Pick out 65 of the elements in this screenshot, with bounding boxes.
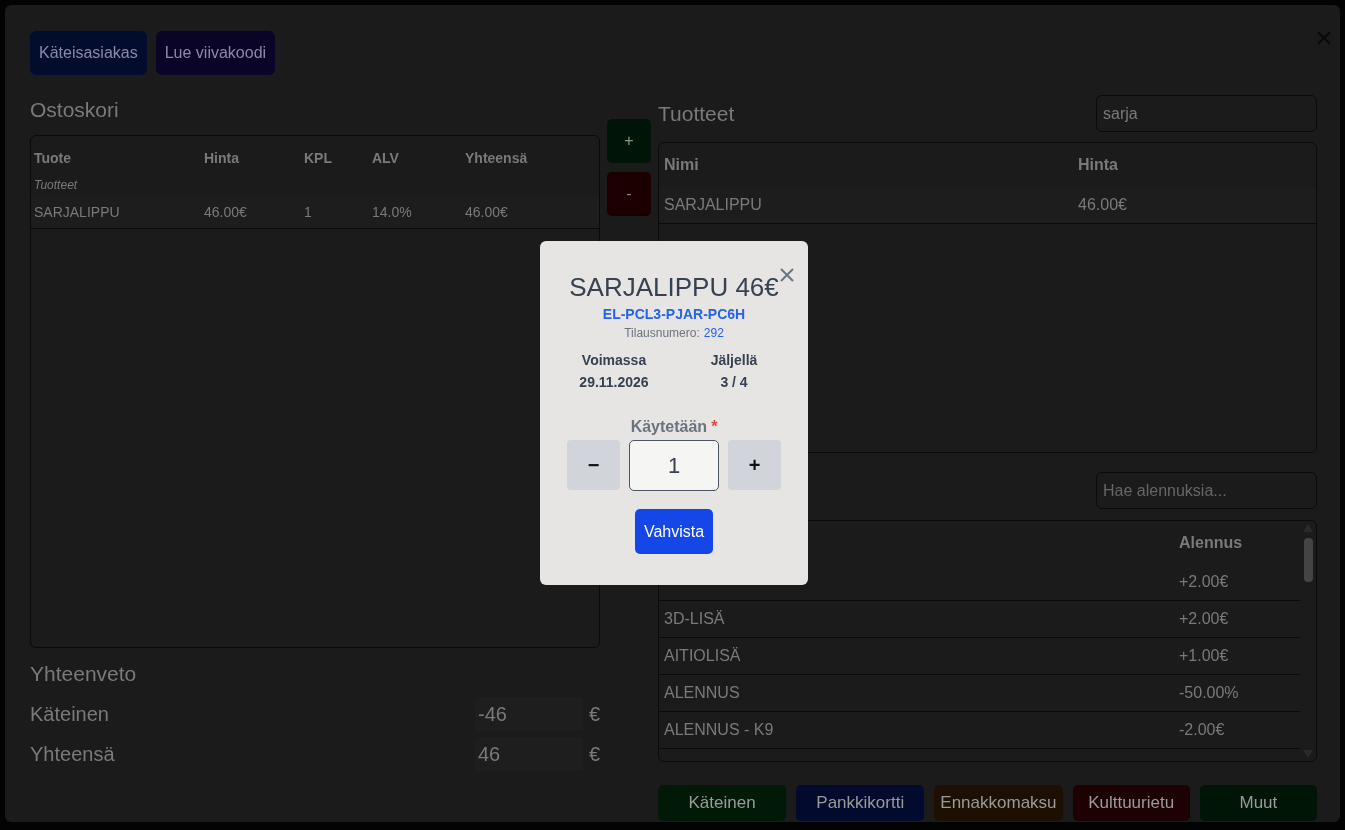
discount-row[interactable]: 3D-LISÄ +2.00€ bbox=[659, 601, 1300, 638]
products-title: Tuotteet bbox=[658, 101, 735, 126]
dialog-title: SARJALIPPU 46€ bbox=[569, 272, 779, 302]
order-number: 292 bbox=[703, 326, 724, 340]
toolbar-button[interactable]: Lue viivakoodi bbox=[155, 31, 276, 75]
summary-label: Yhteensä bbox=[30, 742, 116, 766]
stat-value: 3 / 4 bbox=[720, 374, 748, 390]
toolbar-button[interactable]: Käteisasiakas bbox=[30, 31, 147, 75]
currency-label: € bbox=[587, 742, 600, 766]
column-header: Alennus bbox=[1179, 533, 1244, 552]
discount-row[interactable]: ALENNUS - K9 -2.00€ bbox=[659, 712, 1300, 749]
column-header: Hinta bbox=[204, 150, 240, 166]
stat-label: Jäljellä bbox=[710, 352, 758, 368]
cart-title: Ostoskori bbox=[30, 98, 120, 123]
column-header: Tuote bbox=[34, 150, 73, 166]
table-cell-text: 14.0% bbox=[372, 204, 413, 220]
table-cell-text: SARJALIPPU bbox=[34, 204, 121, 220]
table-cell-text: SARJALIPPU bbox=[664, 196, 763, 214]
summary-label: Käteinen bbox=[30, 702, 110, 726]
confirm-button[interactable]: Vahvista bbox=[634, 509, 714, 554]
increment-button[interactable]: + bbox=[728, 440, 781, 490]
table-cell-text: 3D-LISÄ bbox=[664, 610, 726, 628]
search-field[interactable]: Hae alennuksia... bbox=[1096, 472, 1317, 509]
close-icon[interactable] bbox=[780, 268, 794, 282]
scroll-down-icon[interactable] bbox=[1303, 750, 1313, 758]
stat-label: Voimassa bbox=[581, 352, 647, 368]
table-cell-text: 46.00€ bbox=[1078, 196, 1128, 214]
summary-title: Yhteenveto bbox=[30, 662, 138, 687]
payment-button[interactable]: Muut bbox=[1199, 785, 1317, 821]
discount-row[interactable]: AITIOLISÄ +1.00€ bbox=[659, 638, 1300, 675]
table-cell-text: -50.00% bbox=[1179, 684, 1240, 702]
payment-button[interactable]: Pankkikortti bbox=[796, 785, 925, 821]
order-label: Tilausnumero: bbox=[624, 326, 700, 340]
search-field[interactable]: sarja bbox=[1096, 95, 1317, 132]
table-cell-text: +2.00€ bbox=[1179, 610, 1230, 628]
currency-label: € bbox=[587, 702, 600, 726]
table-cell-text: -2.00€ bbox=[1179, 721, 1226, 739]
column-header: Hinta bbox=[1078, 156, 1119, 174]
column-header: KPL bbox=[304, 150, 333, 166]
table-cell-text: +2.00€ bbox=[1179, 573, 1230, 591]
scroll-up-icon[interactable] bbox=[1303, 524, 1313, 532]
group-label: Tuotteet bbox=[34, 178, 79, 194]
table-cell-text: ALENNUS - K9 bbox=[664, 721, 775, 739]
table-cell-text: 1 bbox=[304, 204, 313, 220]
discount-row[interactable]: ALENNUS -50.00% bbox=[659, 675, 1300, 712]
payment-button[interactable]: Ennakkomaksu bbox=[934, 785, 1063, 821]
quantity-button[interactable]: - bbox=[607, 172, 651, 216]
ticket-code: EL-PCL3-PJAR-PC6H bbox=[602, 306, 746, 322]
required-icon: * bbox=[711, 418, 718, 436]
column-header: Yhteensä bbox=[465, 150, 529, 166]
column-header: ALV bbox=[372, 150, 400, 166]
payment-button[interactable]: Kulttuurietu bbox=[1072, 785, 1190, 821]
payment-button[interactable]: Käteinen bbox=[658, 785, 787, 821]
table-cell-text: 46.00€ bbox=[465, 204, 509, 220]
table-cell-text: AITIOLISÄ bbox=[664, 647, 742, 665]
stat-value: 29.11.2026 bbox=[579, 374, 649, 390]
quantity-button[interactable]: + bbox=[607, 119, 651, 163]
quantity-field[interactable]: 1 bbox=[629, 440, 719, 491]
scroll-thumb[interactable] bbox=[1303, 538, 1313, 582]
quantity-label: Käytetään bbox=[630, 418, 708, 436]
decrement-button[interactable]: − bbox=[567, 440, 620, 490]
table-cell-text: ALENNUS bbox=[664, 684, 741, 702]
table-cell-text: 46.00€ bbox=[204, 204, 248, 220]
column-header: Nimi bbox=[664, 156, 700, 174]
table-cell-text: +1.00€ bbox=[1179, 647, 1230, 665]
